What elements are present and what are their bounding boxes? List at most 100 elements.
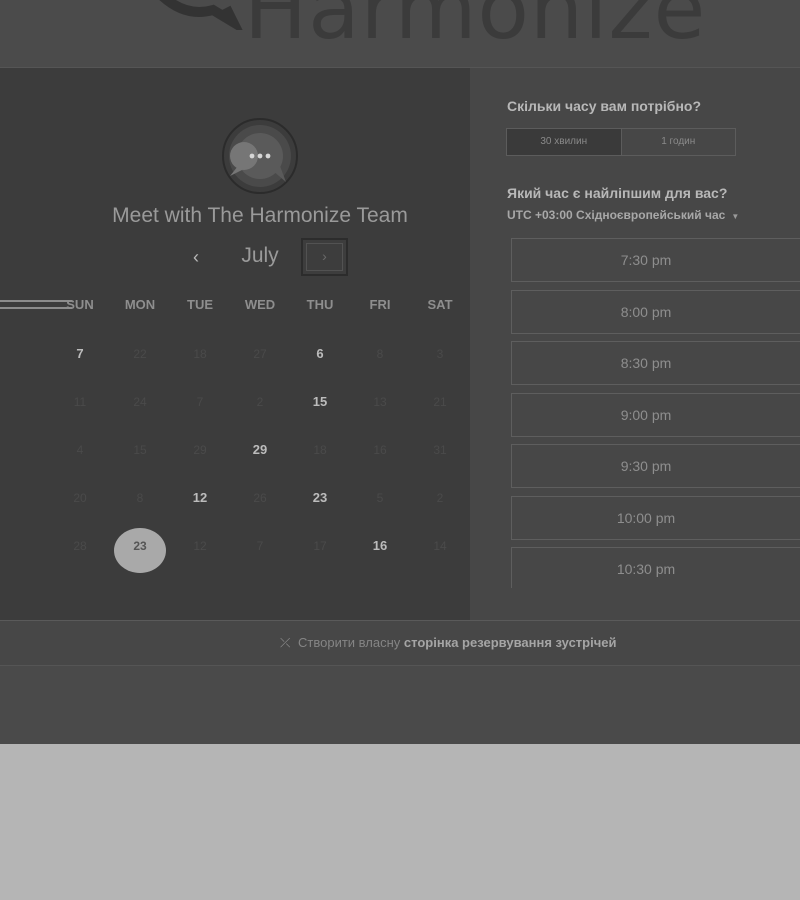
calendar-day: 2 — [230, 390, 290, 438]
duration-option[interactable]: 30 хвилин — [507, 129, 622, 155]
time-slot-button[interactable]: 7:30 pm — [511, 238, 800, 282]
time-slot-button[interactable]: 9:00 pm — [511, 392, 800, 437]
calendar-day: 17 — [290, 534, 350, 582]
time-slot-button[interactable]: 10:00 pm — [511, 495, 800, 540]
day-number: 15 — [133, 443, 147, 457]
time-slot-button[interactable]: 9:30 pm — [511, 444, 800, 488]
team-avatar-icon — [222, 118, 298, 194]
calendar-day: 18 — [170, 342, 230, 390]
caret-down-icon: ▼ — [731, 212, 740, 221]
calendar-day: 20 — [50, 486, 110, 534]
scheduler-app: Harmonize Meet with The Harmonize Team ‹… — [0, 0, 800, 744]
timezone-selector[interactable]: UTC +03:00 Східноєвропейський час ▼ — [507, 208, 739, 222]
calendar-grid: SUN MON TUE WED THU FRI SAT 7 22 18 27 6 8 3 11 24 7 2 15 1… — [50, 294, 470, 582]
day-number: 16 — [372, 538, 388, 553]
duration-question: Скільки часу вам потрібно? — [507, 98, 702, 114]
day-number: 12 — [193, 539, 207, 553]
calendar-day-selected[interactable]: 23 — [110, 528, 170, 582]
calendar-day-available[interactable]: 7 — [50, 342, 110, 390]
day-number: 3 — [436, 347, 444, 361]
time-question: Який час є найліпшим для вас? — [507, 185, 728, 201]
day-number: 13 — [373, 395, 387, 409]
footer-bar: ⤫ Створити власну сторінка резервування … — [0, 620, 800, 666]
calendar-day: 31 — [410, 438, 470, 486]
day-number: 23 — [312, 490, 328, 505]
day-number: 29 — [193, 443, 207, 457]
day-number: 7 — [256, 539, 264, 553]
time-slot-button[interactable]: 10:30 pm — [511, 547, 800, 588]
day-number: 20 — [73, 491, 87, 505]
calendar-day: 24 — [110, 390, 170, 438]
day-number: 21 — [433, 395, 447, 409]
weekday-header: WED — [244, 297, 276, 312]
calendar-panel: Meet with The Harmonize Team ‹ July › SU… — [0, 68, 470, 620]
calendar-day-available[interactable]: 6 — [290, 342, 350, 390]
day-number: 18 — [313, 443, 327, 457]
calendar-day: 8 — [110, 486, 170, 534]
day-number: 15 — [312, 394, 328, 409]
calendar-day: 15 — [110, 438, 170, 486]
footer-prefix: Створити власну — [298, 635, 401, 650]
day-number: 7 — [196, 395, 204, 409]
footer-link-text: сторінка резервування зустрічей — [403, 635, 617, 650]
calendar-day: 29 — [170, 438, 230, 486]
calendar-day: 8 — [350, 342, 410, 390]
day-number: 17 — [313, 539, 327, 553]
day-number: 5 — [376, 491, 384, 505]
calendar-day-available[interactable]: 23 — [290, 486, 350, 534]
month-label: July — [241, 244, 279, 267]
calendar-day-available[interactable]: 15 — [290, 390, 350, 438]
next-month-button[interactable]: › — [301, 238, 348, 276]
prev-month-button[interactable]: ‹ — [183, 246, 209, 270]
duration-option[interactable]: 1 годин — [622, 129, 736, 155]
day-number: 31 — [433, 443, 447, 457]
calendar-day: 13 — [350, 390, 410, 438]
calendar-day: 5 — [350, 486, 410, 534]
day-number: 27 — [253, 347, 267, 361]
weekday-header: SAT — [427, 297, 453, 312]
calendar-day: 26 — [230, 486, 290, 534]
calendar-day: 7 — [230, 534, 290, 582]
weekday-header: MON — [124, 297, 156, 312]
day-number: 8 — [136, 491, 144, 505]
wand-icon: ⤫ — [280, 635, 291, 650]
harmonize-logo-icon — [159, 0, 243, 30]
calendar-day: 4 — [50, 438, 110, 486]
calendar-day: 2 — [410, 486, 470, 534]
timezone-label: UTC +03:00 Східноєвропейський час — [507, 208, 726, 222]
weekday-header: TUE — [187, 297, 213, 312]
day-number: 24 — [133, 395, 147, 409]
team-name: Meet with The Harmonize Team — [112, 204, 408, 227]
calendar-day: 21 — [410, 390, 470, 438]
time-slot-list[interactable]: 7:30 pm 8:00 pm 8:30 pm 9:00 pm 9:30 pm 10:00… — [511, 238, 800, 588]
calendar-day-available[interactable]: 29 — [230, 438, 290, 486]
calendar-day: 22 — [110, 342, 170, 390]
day-number: 16 — [373, 443, 387, 457]
brand-name: Harmonize — [244, 0, 707, 58]
weekday-header: FRI — [369, 297, 391, 312]
calendar-day-available[interactable]: 16 — [350, 534, 410, 582]
day-number: 4 — [76, 443, 84, 457]
day-number: 29 — [252, 442, 268, 457]
calendar-day: 3 — [410, 342, 470, 390]
calendar-day: 18 — [290, 438, 350, 486]
day-number: 6 — [316, 346, 324, 361]
day-number: 2 — [436, 491, 444, 505]
calendar-day: 11 — [50, 390, 110, 438]
day-number: 18 — [193, 347, 207, 361]
calendar-day: 12 — [170, 534, 230, 582]
day-number: 12 — [192, 490, 208, 505]
calendar-day: 7 — [170, 390, 230, 438]
brand-header: Harmonize — [0, 0, 800, 68]
calendar-day: 27 — [230, 342, 290, 390]
time-slot-button[interactable]: 8:30 pm — [511, 341, 800, 385]
day-number: 2 — [256, 395, 264, 409]
duration-toggle: 30 хвилин 1 годин — [506, 128, 736, 156]
calendar-day-available[interactable]: 12 — [170, 486, 230, 534]
create-booking-page-link[interactable]: ⤫ Створити власну сторінка резервування … — [280, 635, 617, 651]
day-number: 7 — [76, 346, 84, 361]
calendar-day: 14 — [410, 534, 470, 582]
day-number: 22 — [133, 347, 147, 361]
day-number: 14 — [433, 539, 447, 553]
time-slot-button[interactable]: 8:00 pm — [511, 289, 800, 334]
